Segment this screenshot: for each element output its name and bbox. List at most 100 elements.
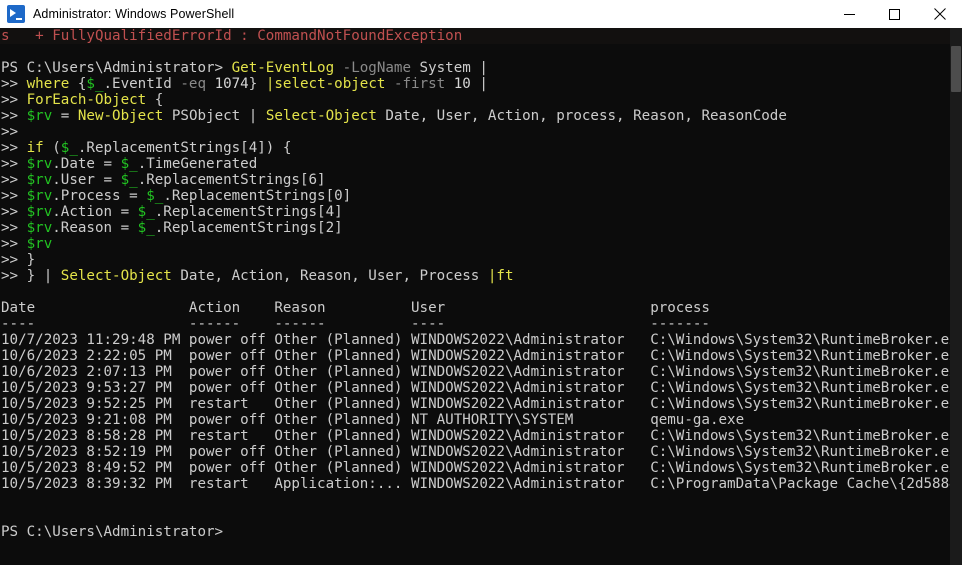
command-token: .Date = — [52, 156, 121, 172]
table-cell: C:\Windows\System32\RuntimeBroker.exe (W… — [650, 428, 962, 444]
maximize-button[interactable] — [872, 0, 917, 28]
table-row: 10/5/2023 9:53:27 PM power off Other (Pl… — [0, 380, 962, 396]
continuation-prompt: >> — [1, 236, 27, 252]
table-row: 10/5/2023 8:39:32 PM restart Application… — [0, 476, 962, 492]
continuation-prompt: >> — [1, 140, 27, 156]
command-token: 10 — [453, 76, 480, 92]
table-cell: 10/5/2023 9:52:25 PM — [1, 396, 189, 412]
command-token: $rv — [26, 204, 53, 220]
command-line-8: >> $rv.Process = $_.ReplacementStrings[0… — [0, 188, 962, 204]
command-token: Select-Object — [60, 268, 181, 284]
command-token: $rv — [26, 156, 53, 172]
close-button[interactable] — [917, 0, 962, 28]
table-cell: C:\Windows\System32\RuntimeBroker.exe (W… — [650, 396, 962, 412]
command-line-0: PS C:\Users\Administrator> Get-EventLog … — [0, 60, 962, 76]
table-cell: Other (Planned) — [274, 348, 412, 364]
table-cell: qemu-ga.exe — [650, 412, 745, 428]
continuation-prompt: >> — [1, 268, 27, 284]
command-token: Select-Object — [265, 108, 386, 124]
table-cell: ------ — [274, 316, 412, 332]
table-cell: WINDOWS2022\Administrator — [411, 444, 651, 460]
command-token: | — [248, 108, 266, 124]
command-token: .ReplacementStrings[4] — [154, 204, 343, 220]
terminal-scrollbar[interactable] — [950, 28, 962, 565]
table-cell: Other (Planned) — [274, 460, 412, 476]
command-token: } — [248, 76, 266, 92]
error-text: s + FullyQualifiedErrorId : CommandNotFo… — [1, 28, 463, 44]
command-token: -first — [393, 76, 454, 92]
table-cell: ------- — [650, 316, 710, 332]
table-row: 10/6/2023 2:07:13 PM power off Other (Pl… — [0, 364, 962, 380]
table-cell: 10/5/2023 9:53:27 PM — [1, 380, 189, 396]
table-cell: process — [650, 300, 710, 316]
command-line-10: >> $rv.Reason = $_.ReplacementStrings[2] — [0, 220, 962, 236]
command-token: = — [60, 108, 78, 124]
table-cell: User — [411, 300, 651, 316]
command-line-1: >> where {$_.EventId -eq 1074} |select-o… — [0, 76, 962, 92]
table-cell: C:\Windows\System32\RuntimeBroker.exe (W… — [650, 348, 962, 364]
table-cell: Action — [188, 300, 275, 316]
table-cell: Reason — [274, 300, 412, 316]
prompt-text: PS C:\Users\Administrator> — [1, 60, 232, 76]
table-cell: power off — [188, 460, 275, 476]
command-token: $rv — [26, 236, 53, 252]
command-token: where — [26, 76, 78, 92]
table-cell: power off — [188, 380, 275, 396]
table-cell: WINDOWS2022\Administrator — [411, 476, 651, 492]
command-token: .User = — [52, 172, 121, 188]
command-token: .ReplacementStrings[4]) { — [77, 140, 292, 156]
command-line-6: >> $rv.Date = $_.TimeGenerated — [0, 156, 962, 172]
command-token: Date, Action, Reason, User, Process — [180, 268, 488, 284]
command-token: -eq — [180, 76, 215, 92]
command-token: New-Object — [77, 108, 172, 124]
minimize-button[interactable] — [827, 0, 872, 28]
table-cell: WINDOWS2022\Administrator — [411, 364, 651, 380]
table-cell: Other (Planned) — [274, 380, 412, 396]
scrollbar-thumb[interactable] — [951, 46, 961, 92]
powershell-icon — [7, 5, 25, 23]
continuation-prompt: >> — [1, 124, 19, 140]
table-cell: Other (Planned) — [274, 332, 412, 348]
table-cell: power off — [188, 364, 275, 380]
table-cell: WINDOWS2022\Administrator — [411, 332, 651, 348]
table-cell: WINDOWS2022\Administrator — [411, 380, 651, 396]
command-token: Date, User, Action, process, Reason, Rea… — [385, 108, 787, 124]
table-cell: 10/5/2023 8:49:52 PM — [1, 460, 189, 476]
continuation-prompt: >> — [1, 76, 27, 92]
command-token: .ReplacementStrings[0] — [163, 188, 352, 204]
command-line-9: >> $rv.Action = $_.ReplacementStrings[4] — [0, 204, 962, 220]
command-line-13: >> } | Select-Object Date, Action, Reaso… — [0, 268, 962, 284]
command-token: ForEach-Object — [26, 92, 155, 108]
table-row: 10/5/2023 8:52:19 PM power off Other (Pl… — [0, 444, 962, 460]
command-token: PSObject — [171, 108, 249, 124]
command-token: | — [479, 60, 488, 76]
table-cell: 10/6/2023 2:22:05 PM — [1, 348, 189, 364]
command-token: Get-EventLog — [231, 60, 343, 76]
terminal-surface[interactable]: s + FullyQualifiedErrorId : CommandNotFo… — [0, 28, 962, 565]
table-cell: C:\Windows\System32\RuntimeBroker.exe (W… — [650, 332, 962, 348]
table-cell: Other (Planned) — [274, 412, 412, 428]
table-cell: power off — [188, 412, 275, 428]
command-line-2: >> ForEach-Object { — [0, 92, 962, 108]
table-cell: C:\ProgramData\Package Cache\{2d5884d7-5… — [650, 476, 962, 492]
table-cell: power off — [188, 348, 275, 364]
console-output[interactable]: s + FullyQualifiedErrorId : CommandNotFo… — [0, 28, 962, 540]
table-cell: Date — [1, 300, 189, 316]
command-token: $rv — [26, 188, 53, 204]
table-header-row: Date Action Reason User process — [0, 300, 962, 316]
table-row: 10/5/2023 8:58:28 PM restart Other (Plan… — [0, 428, 962, 444]
table-cell: C:\Windows\System32\RuntimeBroker.exe (W… — [650, 460, 962, 476]
table-cell: Other (Planned) — [274, 428, 412, 444]
command-token: $rv — [26, 172, 53, 188]
command-token: $rv — [26, 108, 61, 124]
table-cell: WINDOWS2022\Administrator — [411, 460, 651, 476]
continuation-prompt: >> — [1, 92, 27, 108]
command-token: 1074 — [214, 76, 249, 92]
table-cell: restart — [188, 476, 275, 492]
table-row: 10/5/2023 9:21:08 PM power off Other (Pl… — [0, 412, 962, 428]
window-titlebar[interactable]: Administrator: Windows PowerShell — [0, 0, 962, 28]
continuation-prompt: >> — [1, 220, 27, 236]
command-line-4: >> — [0, 124, 962, 140]
window-controls — [827, 0, 962, 28]
